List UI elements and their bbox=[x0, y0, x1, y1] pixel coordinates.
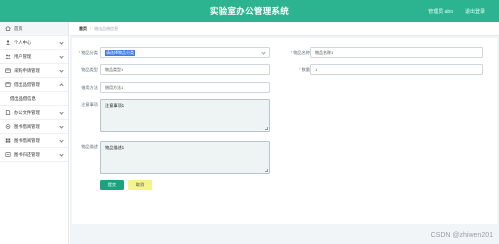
home-icon bbox=[5, 26, 11, 31]
main-content: 首页 / 借出品借信息 *物品分类 请选择物品分类 *物品名称 物品名称1 物品… bbox=[70, 22, 499, 244]
required-mark: * bbox=[298, 67, 301, 72]
sidebar-item-purchase[interactable]: 采购申请管理 bbox=[0, 64, 68, 78]
category-selected-value: 请选择物品分类 bbox=[105, 49, 135, 56]
notes-text: 注意事项1 bbox=[105, 103, 125, 108]
breadcrumb: 首页 / 借出品借信息 bbox=[70, 22, 499, 36]
qty-label: *数量 bbox=[280, 67, 310, 73]
app-title: 实验室办公管理系统 bbox=[209, 6, 290, 16]
chevron-down-icon bbox=[59, 138, 64, 143]
box-icon bbox=[5, 82, 11, 87]
user-info: 管理员 abo bbox=[428, 9, 453, 15]
name-label-text: 物品名称 bbox=[293, 50, 310, 55]
users-icon bbox=[5, 54, 11, 59]
category-label-text: 物品分类 bbox=[81, 50, 98, 55]
sidebar-item-label: 办公文件管理 bbox=[14, 109, 40, 115]
qty-input[interactable]: 1 bbox=[310, 64, 483, 75]
sidebar-item-label: 图书借阅管理 bbox=[14, 123, 40, 129]
chevron-down-icon bbox=[261, 50, 266, 55]
breadcrumb-current: 借出品借信息 bbox=[94, 25, 119, 31]
sidebar-item-label: 个人中心 bbox=[14, 39, 32, 45]
chevron-up-icon bbox=[59, 83, 64, 88]
notes-textarea[interactable]: 注意事项1 bbox=[100, 99, 270, 132]
resize-handle-icon[interactable] bbox=[265, 127, 268, 130]
sidebar-item-book-return[interactable]: 图书归还管理 bbox=[0, 148, 68, 162]
sidebar-item-book-borrow[interactable]: 图书借阅管理 bbox=[0, 120, 68, 134]
logout-link[interactable]: 退出登录 bbox=[465, 8, 485, 15]
sidebar-subitem-borrow-info[interactable]: 借出品借信息 bbox=[0, 92, 68, 106]
resize-handle-icon[interactable] bbox=[265, 169, 268, 172]
required-mark: * bbox=[78, 50, 81, 55]
chevron-down-icon bbox=[59, 68, 64, 73]
desc-label: 物品描述 bbox=[81, 144, 98, 149]
watermark: CSDN @zhiwen201 bbox=[430, 232, 493, 239]
sidebar-item-label: 首页 bbox=[14, 25, 23, 31]
required-mark: * bbox=[290, 50, 293, 55]
cancel-button[interactable]: 取消 bbox=[128, 180, 152, 190]
name-label: *物品名称 bbox=[280, 50, 310, 56]
notes-label: 注意事项 bbox=[81, 102, 98, 107]
method-input[interactable]: 借用方法1 bbox=[100, 82, 270, 93]
category-label: *物品分类 bbox=[74, 50, 98, 56]
desc-textarea[interactable]: 物品描述1 bbox=[100, 141, 270, 174]
sidebar-item-home[interactable]: 首页 bbox=[0, 22, 68, 36]
cart-icon bbox=[5, 68, 11, 73]
sidebar-item-label: 用户管理 bbox=[14, 53, 32, 59]
sidebar: 首页 个人中心 用户管理 采购申请管理 借出品借管理 借出品借信息 办公文件管理 bbox=[0, 22, 69, 244]
user-icon bbox=[5, 40, 11, 45]
chevron-down-icon bbox=[59, 40, 64, 45]
chevron-down-icon bbox=[59, 110, 64, 115]
qty-label-text: 数量 bbox=[301, 67, 310, 72]
desc-text: 物品描述1 bbox=[105, 145, 125, 150]
name-input[interactable]: 物品名称1 bbox=[310, 47, 483, 58]
sidebar-item-book-manage[interactable]: 图书借阅管理 bbox=[0, 134, 68, 148]
book-icon bbox=[5, 124, 11, 129]
file-icon bbox=[5, 110, 11, 115]
grid-icon bbox=[5, 138, 11, 143]
breadcrumb-separator: / bbox=[90, 26, 92, 31]
form-card: *物品分类 请选择物品分类 *物品名称 物品名称1 物品类型 物品类型1 *数量… bbox=[72, 38, 497, 224]
sidebar-item-label: 借出品借管理 bbox=[14, 81, 40, 87]
sidebar-item-label: 图书归还管理 bbox=[14, 151, 40, 157]
type-input[interactable]: 物品类型1 bbox=[100, 64, 270, 75]
sidebar-item-users[interactable]: 用户管理 bbox=[0, 50, 68, 64]
chevron-down-icon bbox=[59, 124, 64, 129]
chevron-down-icon bbox=[59, 152, 64, 157]
method-label: 借用方法 bbox=[81, 85, 98, 90]
category-select[interactable]: 请选择物品分类 bbox=[100, 47, 270, 58]
sidebar-item-borrow[interactable]: 借出品借管理 bbox=[0, 78, 68, 92]
chevron-down-icon bbox=[59, 54, 64, 59]
submit-button[interactable]: 提交 bbox=[100, 180, 124, 190]
top-bar: 实验室办公管理系统 管理员 abo 退出登录 bbox=[0, 0, 499, 22]
sidebar-item-profile[interactable]: 个人中心 bbox=[0, 36, 68, 50]
type-label: 物品类型 bbox=[81, 67, 98, 72]
return-icon bbox=[5, 152, 11, 157]
sidebar-item-office-files[interactable]: 办公文件管理 bbox=[0, 106, 68, 120]
sidebar-item-label: 采购申请管理 bbox=[14, 67, 40, 73]
breadcrumb-home[interactable]: 首页 bbox=[79, 26, 87, 32]
sidebar-item-label: 图书借阅管理 bbox=[14, 137, 40, 143]
